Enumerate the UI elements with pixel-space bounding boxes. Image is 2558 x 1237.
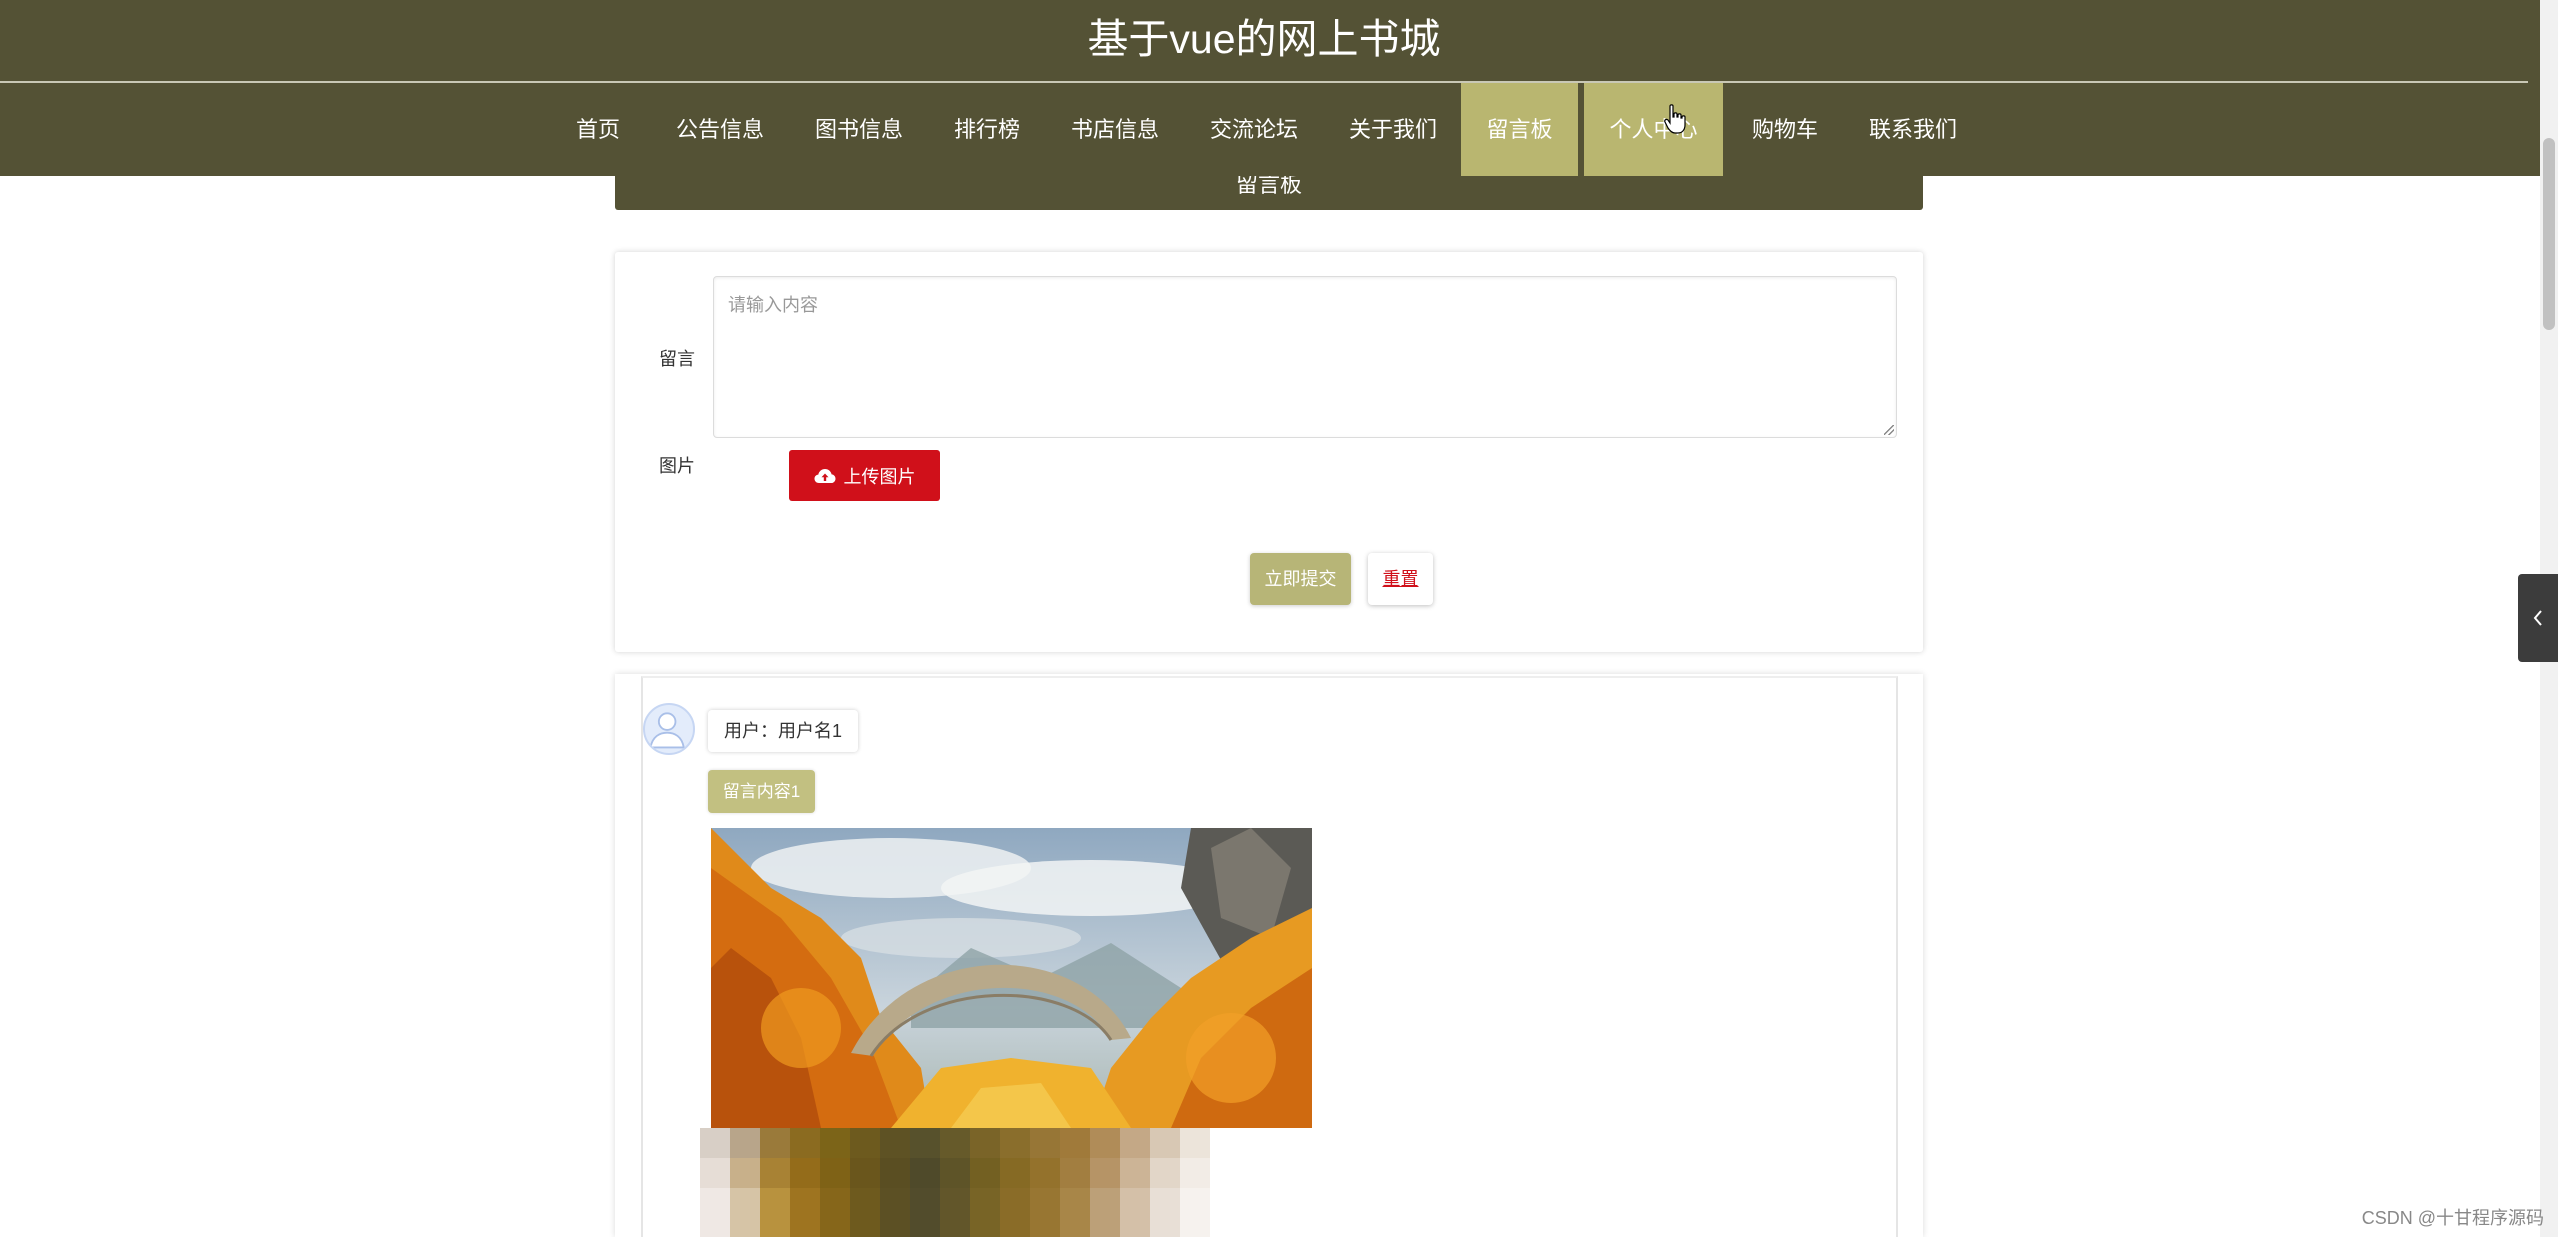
side-toggle-button[interactable]: [2518, 574, 2558, 662]
nav-item-cart[interactable]: 购物车: [1740, 83, 1830, 176]
user-avatar-icon: [649, 712, 685, 749]
resize-handle[interactable]: [1884, 425, 1894, 435]
nav-item-message-board[interactable]: 留言板: [1461, 83, 1578, 176]
nav-item-about[interactable]: 关于我们: [1337, 83, 1449, 176]
message-image: [711, 828, 1312, 1128]
nav-item-profile[interactable]: 个人中心: [1584, 83, 1723, 176]
message-textarea[interactable]: 请输入内容: [713, 276, 1897, 438]
hand-cursor-icon: [1664, 104, 1686, 134]
chevron-left-icon: [2533, 610, 2542, 626]
message-content: 留言内容1: [708, 770, 815, 813]
section-title: 留言板: [1235, 176, 1302, 197]
pixelated-overlay: [700, 1128, 1560, 1237]
main-nav: 首页 公告信息 图书信息 排行榜 书店信息 交流论坛 关于我们 留言板 个人中心…: [0, 83, 2528, 176]
avatar: [643, 703, 695, 755]
nav-item-ranking[interactable]: 排行榜: [942, 83, 1032, 176]
section-title-bar: 留言板: [615, 176, 1923, 210]
scrollbar-thumb[interactable]: [2543, 138, 2555, 330]
upload-button-label: 上传图片: [843, 466, 916, 487]
watermark: CSDN @十甘程序源码: [2361, 1208, 2544, 1228]
nav-item-books[interactable]: 图书信息: [803, 83, 915, 176]
nav-item-contact[interactable]: 联系我们: [1857, 83, 1969, 176]
reset-button[interactable]: 重置: [1368, 553, 1433, 605]
image-label: 图片: [659, 456, 695, 476]
site-header: 基于vue的网上书城 首页 公告信息 图书信息 排行榜 书店信息 交流论坛 关于…: [0, 0, 2558, 176]
upload-image-button[interactable]: 上传图片: [789, 450, 940, 501]
nav-item-bookstore[interactable]: 书店信息: [1059, 83, 1171, 176]
nav-item-home[interactable]: 首页: [559, 83, 637, 176]
nav-item-forum[interactable]: 交流论坛: [1198, 83, 1310, 176]
nav-item-announcements[interactable]: 公告信息: [664, 83, 776, 176]
message-user: 用户：用户名1: [708, 710, 858, 752]
cloud-upload-icon: [814, 468, 835, 483]
submit-button[interactable]: 立即提交: [1250, 553, 1351, 605]
message-label: 留言: [659, 349, 695, 369]
message-placeholder: 请输入内容: [728, 295, 818, 315]
site-title: 基于vue的网上书城: [1087, 16, 1441, 62]
